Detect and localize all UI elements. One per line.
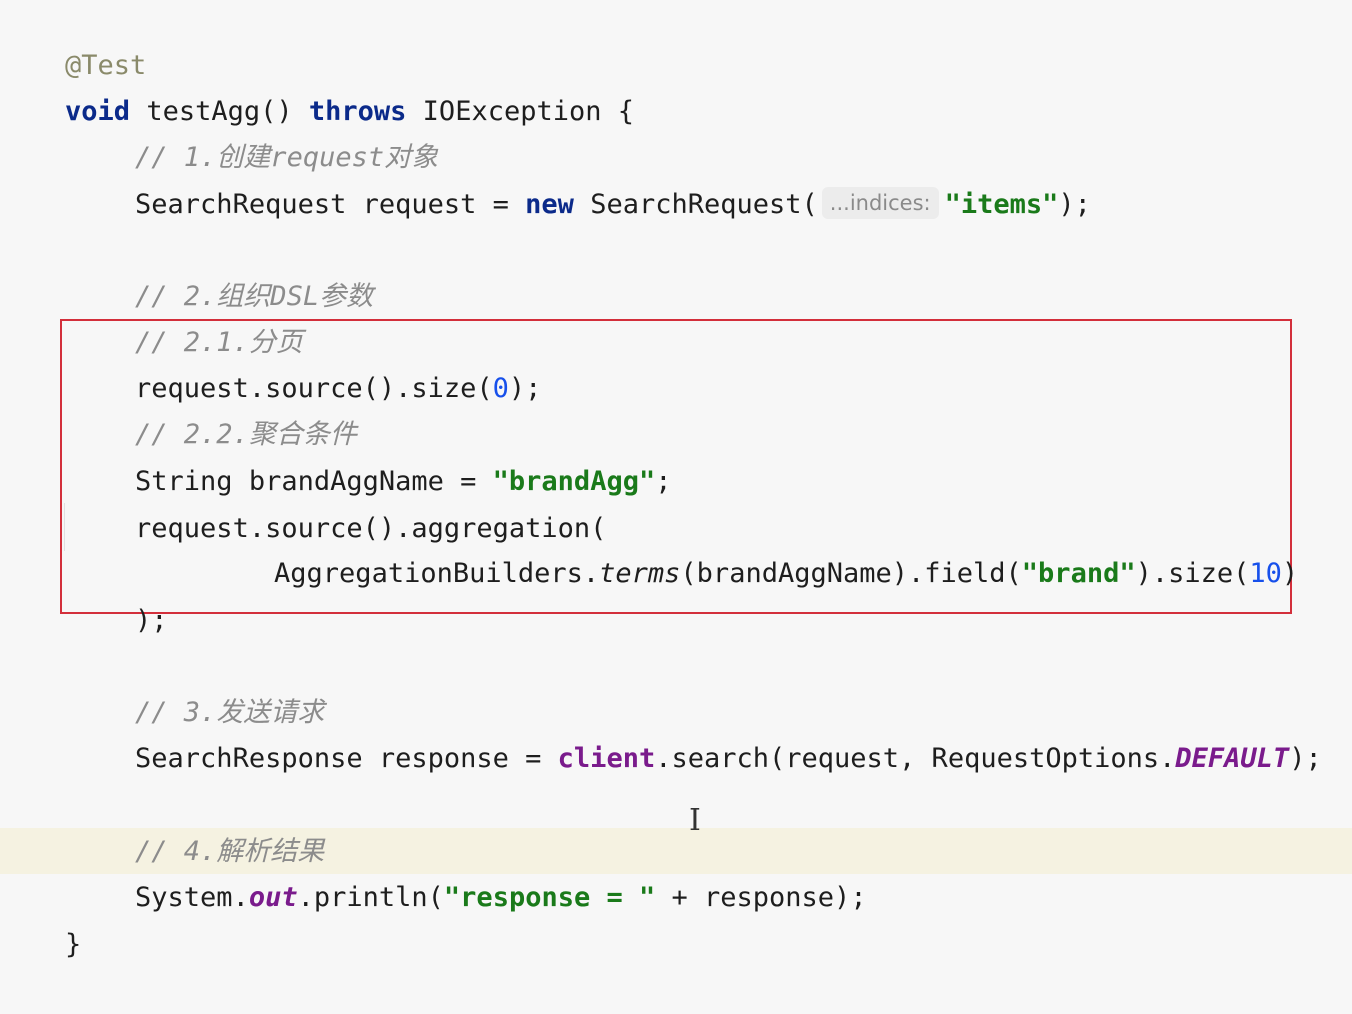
- code-line-closing-brace[interactable]: }: [0, 876, 81, 960]
- code-text: );: [508, 373, 542, 404]
- string-literal: "brand": [1021, 558, 1136, 589]
- string-literal: "items": [944, 189, 1059, 220]
- code-text: .println(: [297, 882, 444, 913]
- code-editor[interactable]: @Test void testAgg() throws IOException …: [0, 0, 1352, 960]
- code-text: AggregationBuilders.: [274, 558, 600, 589]
- text-cursor-icon: I: [689, 803, 701, 838]
- code-line-comment-3[interactable]: // 3.发送请求: [70, 644, 324, 728]
- code-line-method-signature[interactable]: void testAgg() throws IOException {: [0, 43, 634, 127]
- code-text: );: [1289, 743, 1322, 774]
- code-line-aggregation[interactable]: request.source().aggregation(: [70, 460, 606, 544]
- code-line-comment-4[interactable]: // 4.解析结果: [70, 783, 324, 867]
- code-text: SearchRequest(: [573, 189, 818, 220]
- code-line-annotation[interactable]: @Test: [0, 0, 146, 81]
- constant-default: DEFAULT: [1175, 743, 1290, 774]
- code-text: (brandAggName).field(: [680, 558, 1022, 589]
- code-text: + response);: [655, 882, 867, 913]
- closing-brace: }: [65, 929, 82, 960]
- code-text: );: [1058, 189, 1091, 220]
- keyword-new: new: [525, 189, 574, 220]
- parameter-hint: ...indices:: [821, 187, 939, 219]
- code-text: );: [135, 605, 168, 636]
- code-line-search[interactable]: SearchResponse response = client.search(…: [70, 690, 1322, 774]
- string-literal: "response = ": [443, 882, 656, 913]
- code-line-close-paren[interactable]: );: [70, 552, 168, 636]
- code-text: .search(request, RequestOptions.: [655, 743, 1176, 774]
- code-text: System.: [135, 882, 249, 913]
- code-line-agg-name[interactable]: String brandAggName = "brandAgg";: [70, 413, 671, 497]
- code-text: ;: [655, 466, 672, 497]
- indent-guide: [64, 503, 65, 551]
- field-client: client: [557, 743, 656, 774]
- code-text: ).size(: [1135, 558, 1250, 589]
- code-text: ): [1281, 558, 1299, 589]
- field-out: out: [248, 882, 298, 913]
- code-line-request[interactable]: SearchRequest request = new SearchReques…: [70, 136, 1091, 220]
- code-line-terms[interactable]: AggregationBuilders.terms(brandAggName).…: [209, 505, 1298, 589]
- code-line-comment-1[interactable]: // 1.创建request对象: [70, 89, 438, 173]
- static-method: terms: [599, 558, 681, 589]
- code-line-comment-2-2[interactable]: // 2.2.聚合条件: [70, 366, 357, 450]
- number-literal: 10: [1249, 558, 1282, 589]
- code-text: SearchRequest request =: [135, 189, 526, 220]
- code-line-comment-2[interactable]: // 2.组织DSL参数: [70, 228, 373, 312]
- number-literal: 0: [492, 373, 509, 404]
- code-line-print[interactable]: System.out.println("response = " + respo…: [70, 829, 867, 913]
- code-line-comment-2-1[interactable]: // 2.1.分页: [70, 274, 303, 358]
- code-text: SearchResponse response =: [135, 743, 558, 774]
- code-line-size[interactable]: request.source().size(0);: [70, 320, 541, 404]
- method-signature-rest: IOException {: [406, 96, 634, 127]
